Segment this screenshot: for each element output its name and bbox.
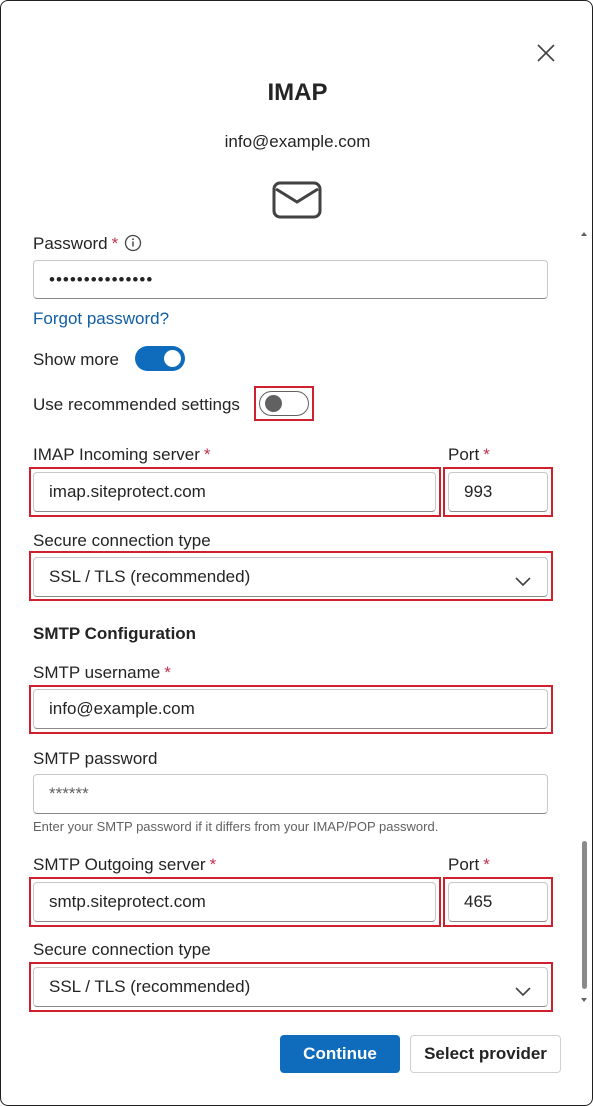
imap-dialog: IMAP info@example.com Password * ••••••••…: [0, 0, 593, 1106]
toggle-knob: [164, 350, 181, 367]
continue-button[interactable]: Continue: [280, 1035, 400, 1073]
required-mark: *: [164, 663, 171, 682]
required-mark: *: [209, 855, 217, 874]
smtp-username-input[interactable]: info@example.com: [33, 689, 548, 729]
dialog-title: IMAP: [267, 79, 328, 106]
smtp-password-label: SMTP password: [33, 749, 158, 768]
imap-server-label: IMAP Incoming server *: [33, 445, 211, 465]
imap-port-value: 993: [464, 482, 493, 501]
smtp-port-value: 465: [464, 892, 493, 911]
forgot-password-link[interactable]: Forgot password?: [33, 309, 169, 329]
smtp-port-label-text: Port: [448, 855, 480, 874]
required-mark: *: [483, 445, 490, 464]
account-email: info@example.com: [224, 132, 371, 151]
close-icon[interactable]: [534, 41, 558, 65]
smtp-server-label: SMTP Outgoing server *: [33, 855, 216, 875]
smtp-secure-select[interactable]: SSL / TLS (recommended): [33, 967, 548, 1007]
smtp-password-placeholder: ******: [49, 784, 89, 803]
smtp-section-title: SMTP Configuration: [33, 624, 197, 643]
imap-server-input[interactable]: imap.siteprotect.com: [33, 472, 436, 512]
chevron-down-icon: [515, 572, 531, 592]
show-more-label: Show more: [33, 350, 119, 369]
show-more-toggle[interactable]: [135, 346, 185, 371]
use-recommended-toggle[interactable]: [259, 391, 309, 416]
password-value: •••••••••••••••: [49, 269, 154, 289]
imap-secure-value: SSL / TLS (recommended): [49, 567, 251, 586]
imap-port-input[interactable]: 993: [448, 472, 548, 512]
toggle-knob: [265, 395, 282, 412]
imap-server-label-text: IMAP Incoming server: [33, 445, 200, 464]
smtp-server-value: smtp.siteprotect.com: [49, 892, 206, 911]
password-label-text: Password: [33, 234, 108, 253]
smtp-secure-value: SSL / TLS (recommended): [49, 977, 251, 996]
imap-server-value: imap.siteprotect.com: [49, 482, 206, 501]
smtp-secure-label: Secure connection type: [33, 940, 211, 959]
password-field[interactable]: •••••••••••••••: [33, 260, 548, 299]
smtp-server-input[interactable]: smtp.siteprotect.com: [33, 882, 436, 922]
password-label: Password *: [33, 234, 142, 257]
imap-secure-select[interactable]: SSL / TLS (recommended): [33, 557, 548, 597]
smtp-password-input[interactable]: ******: [33, 774, 548, 814]
required-mark: *: [483, 855, 490, 874]
scroll-down-arrow-icon[interactable]: [579, 995, 589, 1005]
smtp-port-input[interactable]: 465: [448, 882, 548, 922]
smtp-password-hint: Enter your SMTP password if it differs f…: [33, 819, 439, 834]
required-mark: *: [111, 234, 119, 253]
use-recommended-label: Use recommended settings: [33, 395, 240, 414]
scrollbar-thumb[interactable]: [582, 841, 587, 989]
imap-port-label: Port *: [448, 445, 490, 465]
smtp-server-label-text: SMTP Outgoing server: [33, 855, 206, 874]
smtp-username-label-text: SMTP username: [33, 663, 161, 682]
scroll-up-arrow-icon[interactable]: [579, 229, 589, 239]
imap-port-label-text: Port: [448, 445, 480, 464]
info-icon[interactable]: [124, 234, 142, 257]
smtp-username-label: SMTP username *: [33, 663, 171, 683]
chevron-down-icon: [515, 982, 531, 1002]
select-provider-button[interactable]: Select provider: [410, 1035, 561, 1073]
smtp-username-value: info@example.com: [49, 699, 195, 718]
mail-icon: [272, 181, 322, 219]
required-mark: *: [203, 445, 211, 464]
imap-secure-label: Secure connection type: [33, 531, 211, 550]
smtp-port-label: Port *: [448, 855, 490, 875]
